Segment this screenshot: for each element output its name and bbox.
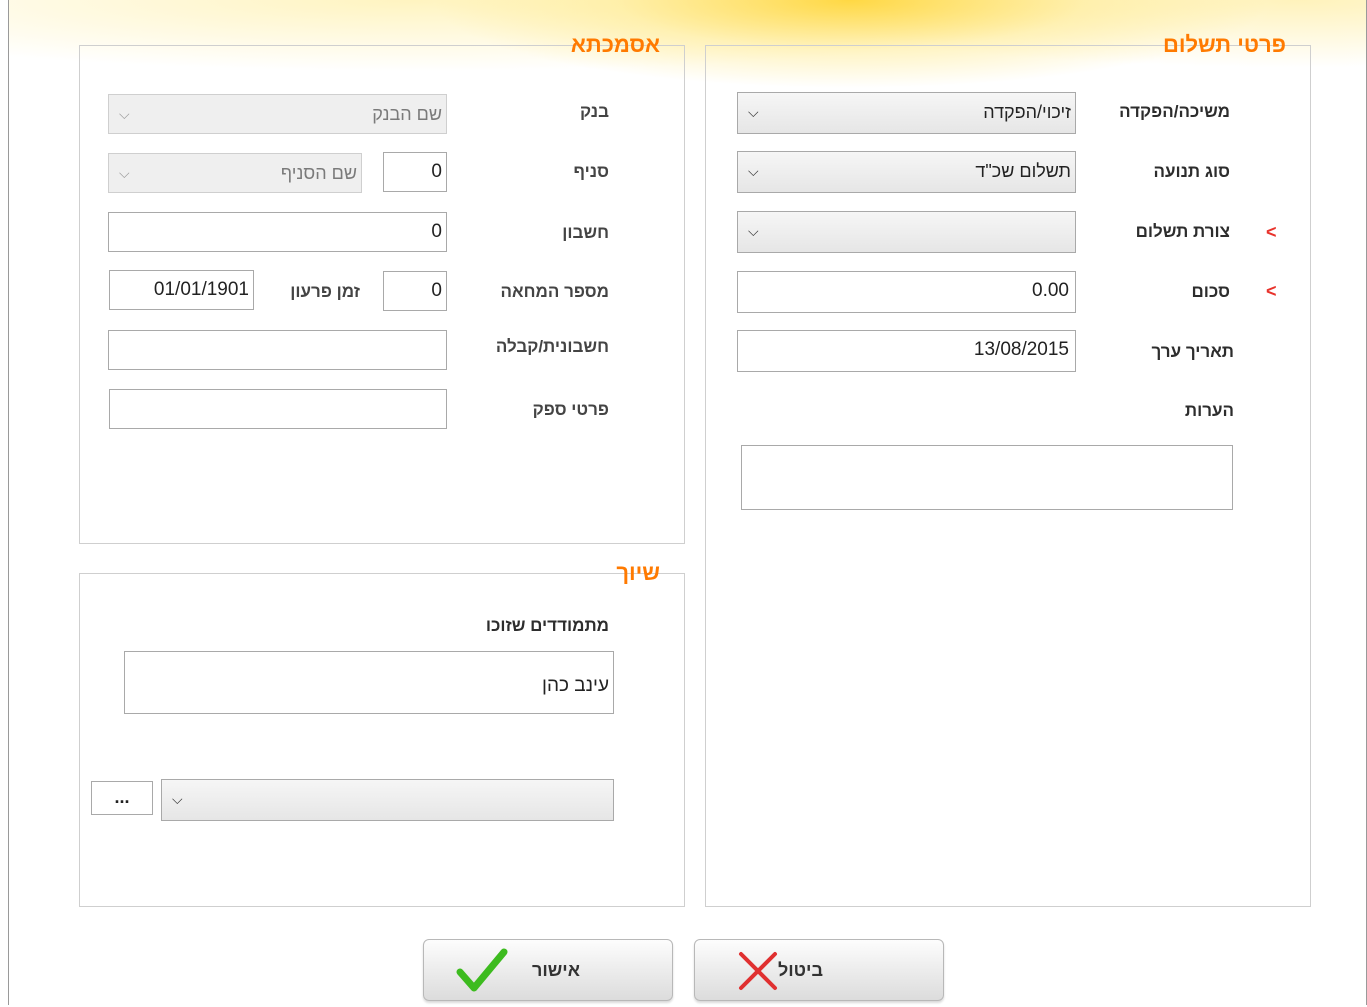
check-number-label: מספר המחאה: [500, 282, 609, 301]
chevron-down-icon: ⌵: [119, 165, 130, 181]
bank-label: בנק: [580, 102, 609, 121]
winners-field[interactable]: עינב כהן: [124, 651, 614, 714]
notes-textarea[interactable]: [741, 445, 1233, 510]
withdrawal-deposit-value: זיכוי/הפקדה: [983, 102, 1071, 122]
invoice-receipt-label: חשבונית/קבלה: [495, 337, 609, 356]
chevron-down-icon: ⌵: [172, 791, 183, 807]
cancel-button-label: ביטול: [777, 960, 823, 980]
assignment-select[interactable]: ⌵: [161, 779, 614, 821]
reference-legend: אסמכתא: [570, 32, 660, 57]
due-date-input[interactable]: 01/01/1901: [109, 270, 254, 310]
transaction-type-value: תשלום שכ"ד: [975, 161, 1071, 181]
branch-select[interactable]: שם הסניף ⌵: [108, 153, 362, 193]
chevron-down-icon: ⌵: [748, 163, 759, 179]
due-date-label: זמן פרעון: [290, 282, 360, 301]
chevron-down-icon: ⌵: [748, 223, 759, 239]
payment-method-required-mark: <: [1266, 222, 1277, 242]
close-icon: [739, 952, 777, 990]
transaction-type-label: סוג תנועה: [1153, 162, 1230, 181]
payment-details-legend: פרטי תשלום: [1162, 32, 1286, 57]
withdrawal-deposit-label: משיכה/הפקדה: [1119, 102, 1230, 121]
winners-label: מתמודדים שזוכו: [485, 616, 609, 635]
confirm-button[interactable]: אישור: [423, 939, 673, 1001]
confirm-button-label: אישור: [531, 960, 580, 980]
branch-value: שם הסניף: [280, 163, 357, 183]
more-options-button[interactable]: ...: [91, 781, 153, 815]
invoice-receipt-input[interactable]: [108, 330, 447, 370]
branch-number-input[interactable]: 0: [383, 152, 447, 192]
chevron-down-icon: ⌵: [119, 106, 130, 122]
chevron-down-icon: ⌵: [748, 104, 759, 120]
amount-label: סכום: [1191, 282, 1230, 301]
checkmark-icon: [456, 948, 508, 992]
bank-value: שם הבנק: [372, 104, 442, 124]
payment-method-label: צורת תשלום: [1135, 222, 1230, 241]
value-date-label: תאריך ערך: [1151, 342, 1235, 361]
amount-required-mark: <: [1266, 281, 1277, 301]
dialog-window: פרטי תשלום משיכה/הפקדה זיכוי/הפקדה ⌵ סוג…: [8, 0, 1367, 1005]
transaction-type-select[interactable]: תשלום שכ"ד ⌵: [737, 151, 1076, 193]
assignment-legend: שיוך: [616, 560, 660, 585]
value-date-input[interactable]: 13/08/2015: [737, 330, 1076, 372]
supplier-details-input[interactable]: [109, 389, 447, 429]
cancel-button[interactable]: ביטול: [694, 939, 944, 1001]
bank-select[interactable]: שם הבנק ⌵: [108, 94, 447, 134]
notes-label: הערות: [1184, 401, 1234, 420]
supplier-details-label: פרטי ספק: [532, 400, 609, 419]
withdrawal-deposit-select[interactable]: זיכוי/הפקדה ⌵: [737, 92, 1076, 134]
account-label: חשבון: [562, 223, 609, 242]
check-number-input[interactable]: 0: [383, 271, 447, 311]
branch-label: סניף: [573, 162, 609, 181]
amount-input[interactable]: 0.00: [737, 271, 1076, 313]
payment-method-select[interactable]: ⌵: [737, 211, 1076, 253]
account-input[interactable]: 0: [108, 212, 447, 252]
